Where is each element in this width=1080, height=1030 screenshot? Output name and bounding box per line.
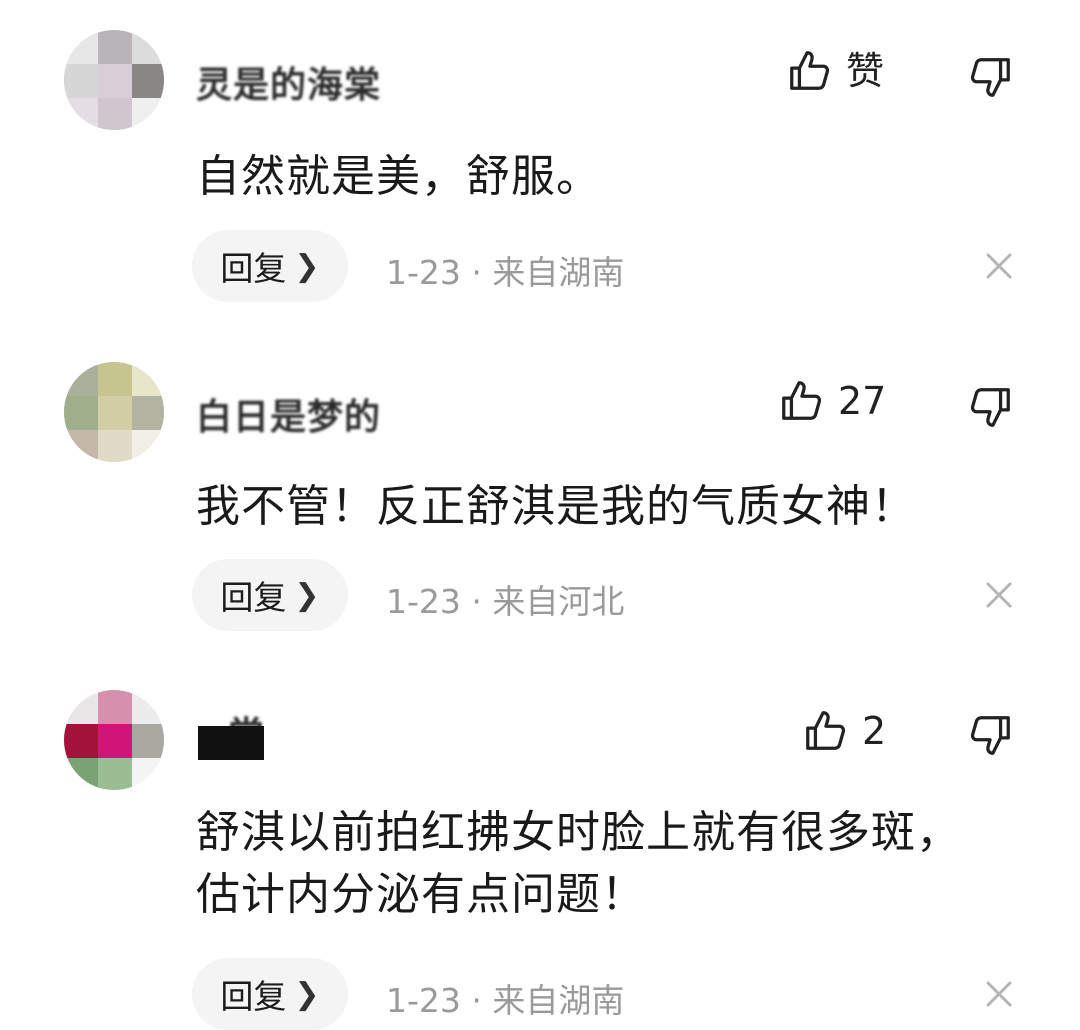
- reply-button[interactable]: 回复 ❯: [192, 230, 348, 302]
- like-button[interactable]: 27: [778, 378, 886, 424]
- reply-label: 回复: [220, 249, 287, 288]
- avatar[interactable]: [64, 30, 164, 130]
- comment-location: 来自湖南: [492, 981, 625, 1020]
- comment-date: 1-23: [386, 582, 461, 621]
- avatar[interactable]: [64, 690, 164, 790]
- close-icon[interactable]: [982, 977, 1016, 1011]
- like-count: 赞: [846, 49, 885, 93]
- username[interactable]: 灵是的海棠: [196, 56, 381, 108]
- thumbs-down-icon[interactable]: [968, 384, 1014, 430]
- comment-meta: 1-23 · 来自河北: [386, 575, 624, 623]
- comment-date: 1-23: [386, 253, 461, 292]
- chevron-right-icon: ❯: [294, 976, 320, 1012]
- close-icon[interactable]: [982, 249, 1016, 283]
- thumbs-down-icon[interactable]: [968, 712, 1014, 758]
- comment-location: 来自河北: [492, 582, 625, 621]
- thumbs-up-icon: [782, 381, 822, 420]
- like-button[interactable]: 赞: [786, 48, 884, 94]
- comment-meta: 1-23 · 来自湖南: [386, 974, 624, 1022]
- meta-separator: ·: [471, 253, 482, 292]
- username-redaction: [198, 726, 264, 760]
- like-button[interactable]: 2: [802, 708, 886, 754]
- close-icon[interactable]: [982, 578, 1016, 612]
- comment-text: 舒淇以前拍红拂女时脸上就有很多斑，估计内分泌有点问题！: [196, 807, 961, 920]
- chevron-right-icon: ❯: [294, 248, 320, 284]
- thumbs-up-icon: [790, 51, 830, 90]
- like-count: 2: [862, 709, 887, 753]
- reply-button[interactable]: 回复 ❯: [192, 559, 348, 631]
- comment-text: 我不管！反正舒淇是我的气质女神！: [196, 481, 916, 532]
- thumbs-up-icon: [806, 711, 846, 750]
- meta-separator: ·: [471, 582, 482, 621]
- reply-label: 回复: [220, 578, 287, 617]
- like-count: 27: [838, 379, 887, 423]
- avatar[interactable]: [64, 362, 164, 462]
- username[interactable]: 白日是梦的: [196, 388, 381, 440]
- comment-location: 来自湖南: [492, 253, 625, 292]
- comment-meta: 1-23 · 来自湖南: [386, 246, 624, 294]
- comment-text: 自然就是美，舒服。: [196, 151, 601, 202]
- comment-date: 1-23: [386, 981, 461, 1020]
- reply-label: 回复: [220, 977, 287, 1016]
- meta-separator: ·: [471, 981, 482, 1020]
- thumbs-down-icon[interactable]: [968, 54, 1014, 100]
- chevron-right-icon: ❯: [294, 577, 320, 613]
- reply-button[interactable]: 回复 ❯: [192, 958, 348, 1030]
